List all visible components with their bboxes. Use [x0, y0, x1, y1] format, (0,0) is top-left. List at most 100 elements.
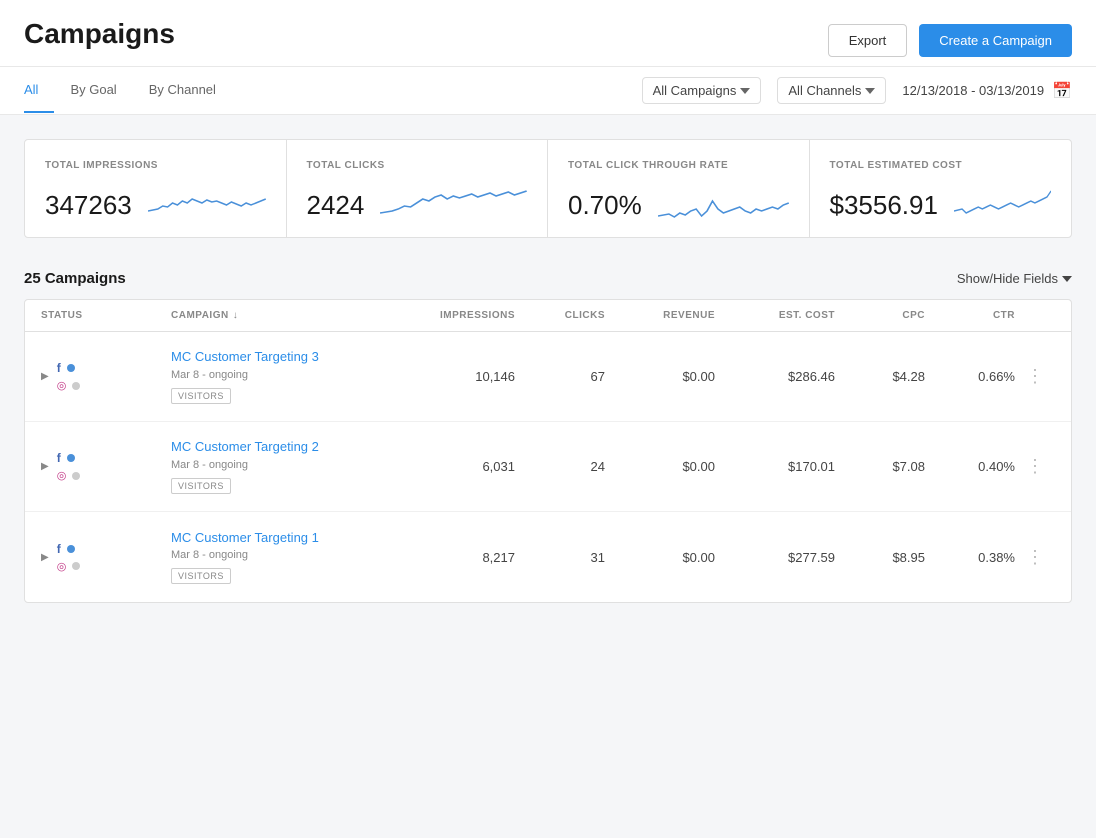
ctr-value: 0.40%	[925, 459, 1015, 474]
campaign-cell: MC Customer Targeting 3 Mar 8 - ongoing …	[171, 339, 395, 414]
instagram-icon: ◎	[57, 379, 67, 392]
revenue-value: $0.00	[605, 550, 715, 565]
stats-section: TOTAL IMPRESSIONS 347263 TOTAL CLICKS 24…	[0, 115, 1096, 254]
stat-label: TOTAL CLICKS	[307, 160, 528, 171]
ctr-value: 0.38%	[925, 550, 1015, 565]
stat-card-ctr: TOTAL CLICK THROUGH RATE 0.70%	[548, 140, 810, 237]
th-est-cost: EST. COST	[715, 310, 835, 321]
impressions-value: 10,146	[395, 369, 515, 384]
channel-icons: f ◎	[57, 361, 81, 392]
expand-button[interactable]: ▶	[41, 371, 49, 382]
campaign-name[interactable]: MC Customer Targeting 3	[171, 349, 395, 366]
clicks-value: 67	[515, 369, 605, 384]
channels-filter[interactable]: All Channels	[777, 77, 886, 104]
campaigns-table: STATUS CAMPAIGN ↓ IMPRESSIONS CLICKS REV…	[24, 299, 1072, 603]
status-cell: ▶ f ◎	[41, 361, 171, 392]
campaign-date: Mar 8 - ongoing	[171, 549, 395, 561]
th-actions	[1015, 310, 1055, 321]
stat-value: 0.70%	[568, 181, 789, 221]
facebook-icon: f	[57, 451, 61, 465]
stat-value: $3556.91	[830, 181, 1052, 221]
est-cost-value: $170.01	[715, 459, 835, 474]
instagram-icon: ◎	[57, 469, 67, 482]
toolbar: All By Goal By Channel All Campaigns All…	[0, 67, 1096, 115]
status-cell: ▶ f ◎	[41, 542, 171, 573]
status-dot-inactive	[72, 382, 80, 390]
sparkline-impressions	[148, 181, 266, 221]
stat-label: TOTAL CLICK THROUGH RATE	[568, 160, 789, 171]
status-dot-active	[67, 454, 75, 462]
table-row: ▶ f ◎ MC Customer Targeting 3	[25, 332, 1071, 422]
stat-card-clicks: TOTAL CLICKS 2424	[287, 140, 549, 237]
clicks-value: 31	[515, 550, 605, 565]
row-actions-button[interactable]: ⋮	[1015, 456, 1055, 477]
export-button[interactable]: Export	[828, 24, 908, 57]
stats-grid: TOTAL IMPRESSIONS 347263 TOTAL CLICKS 24…	[24, 139, 1072, 238]
instagram-row: ◎	[57, 469, 81, 482]
create-campaign-button[interactable]: Create a Campaign	[919, 24, 1072, 57]
th-campaign[interactable]: CAMPAIGN ↓	[171, 310, 395, 321]
calendar-icon[interactable]: 📅	[1052, 81, 1072, 101]
expand-button[interactable]: ▶	[41, 552, 49, 563]
th-impressions: IMPRESSIONS	[395, 310, 515, 321]
campaign-date: Mar 8 - ongoing	[171, 369, 395, 381]
campaign-name[interactable]: MC Customer Targeting 2	[171, 439, 395, 456]
impressions-value: 6,031	[395, 459, 515, 474]
th-cpc: CPC	[835, 310, 925, 321]
row-actions-button[interactable]: ⋮	[1015, 366, 1055, 387]
tab-by-goal[interactable]: By Goal	[54, 68, 132, 113]
stat-card-cost: TOTAL ESTIMATED COST $3556.91	[810, 140, 1072, 237]
campaign-name[interactable]: MC Customer Targeting 1	[171, 530, 395, 547]
revenue-value: $0.00	[605, 459, 715, 474]
th-clicks: CLICKS	[515, 310, 605, 321]
ctr-value: 0.66%	[925, 369, 1015, 384]
chevron-down-icon	[740, 86, 750, 96]
channel-icons: f ◎	[57, 451, 81, 482]
status-dot-active	[67, 545, 75, 553]
instagram-row: ◎	[57, 379, 81, 392]
date-range: 12/13/2018 - 03/13/2019 📅	[902, 81, 1072, 101]
tab-by-channel[interactable]: By Channel	[133, 68, 232, 113]
table-row: ▶ f ◎ MC Customer Targeting 1	[25, 512, 1071, 602]
channel-icons: f ◎	[57, 542, 81, 573]
expand-button[interactable]: ▶	[41, 461, 49, 472]
show-hide-fields[interactable]: Show/Hide Fields	[957, 271, 1072, 286]
clicks-value: 24	[515, 459, 605, 474]
tab-all[interactable]: All	[24, 68, 54, 113]
chevron-down-icon	[865, 86, 875, 96]
tabs: All By Goal By Channel	[24, 68, 232, 113]
stat-value: 2424	[307, 181, 528, 221]
th-revenue: REVENUE	[605, 310, 715, 321]
table-header: STATUS CAMPAIGN ↓ IMPRESSIONS CLICKS REV…	[25, 300, 1071, 332]
status-dot-inactive	[72, 472, 80, 480]
cpc-value: $7.08	[835, 459, 925, 474]
stat-label: TOTAL ESTIMATED COST	[830, 160, 1052, 171]
header-actions: Export Create a Campaign	[828, 18, 1072, 57]
facebook-icon: f	[57, 361, 61, 375]
row-actions-button[interactable]: ⋮	[1015, 547, 1055, 568]
instagram-row: ◎	[57, 560, 81, 573]
page-title: Campaigns	[24, 18, 175, 66]
est-cost-value: $286.46	[715, 369, 835, 384]
campaign-tag: VISITORS	[171, 568, 231, 584]
cpc-value: $8.95	[835, 550, 925, 565]
est-cost-value: $277.59	[715, 550, 835, 565]
impressions-value: 8,217	[395, 550, 515, 565]
campaigns-filter[interactable]: All Campaigns	[642, 77, 762, 104]
status-dot-inactive	[72, 562, 80, 570]
facebook-row: f	[57, 451, 81, 465]
campaign-cell: MC Customer Targeting 2 Mar 8 - ongoing …	[171, 429, 395, 504]
th-ctr: CTR	[925, 310, 1015, 321]
facebook-row: f	[57, 542, 81, 556]
campaign-tag: VISITORS	[171, 388, 231, 404]
status-dot-active	[67, 364, 75, 372]
sparkline-cost	[954, 181, 1051, 221]
campaign-count: 25 Campaigns	[24, 270, 126, 287]
facebook-icon: f	[57, 542, 61, 556]
filters: All Campaigns All Channels 12/13/2018 - …	[642, 67, 1072, 114]
campaign-tag: VISITORS	[171, 478, 231, 494]
sparkline-ctr	[658, 181, 789, 221]
th-status: STATUS	[41, 310, 171, 321]
instagram-icon: ◎	[57, 560, 67, 573]
status-cell: ▶ f ◎	[41, 451, 171, 482]
